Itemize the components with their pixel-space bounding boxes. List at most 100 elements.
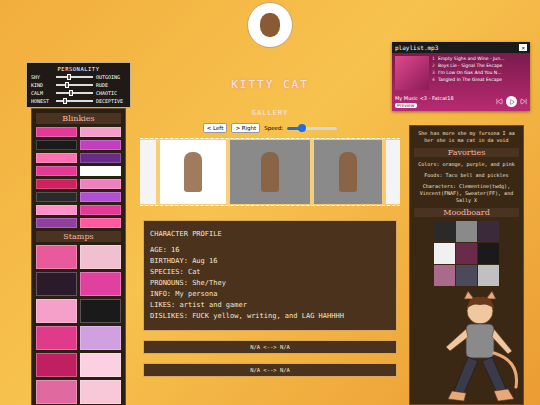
trait-left-label: SHY [31, 74, 53, 80]
profile-field: LIKES: artist and gamer [150, 300, 390, 311]
trait-left-label: HONEST [31, 98, 53, 104]
blinky [36, 140, 77, 150]
blinky [80, 153, 121, 163]
trait-slider[interactable] [56, 76, 93, 78]
previous-icon[interactable] [496, 98, 503, 105]
playlist-title: playlist.mp3 [395, 44, 438, 51]
blinky [80, 192, 121, 202]
play-icon[interactable] [509, 99, 515, 105]
blinkies-panel: BlinkiesStamps [31, 108, 126, 405]
avatar [247, 2, 293, 48]
track-row[interactable]: 1Empty Sighs and Wine - Jun... [432, 56, 527, 61]
stamp [36, 353, 77, 377]
profile-page: PERSONALITY SHY OUTGOING KIND RUDE CALMCHAOTI… [0, 0, 540, 405]
blinkies-grid [36, 127, 121, 228]
stamps-grid [36, 245, 121, 404]
blinky [36, 166, 77, 176]
blinky [80, 166, 121, 176]
gallery-image[interactable] [140, 140, 156, 204]
preview-badge: Preview [395, 103, 417, 108]
blinky [80, 179, 121, 189]
gallery-title: GALLERY [252, 109, 289, 117]
album-art [395, 56, 429, 90]
profile-field: PRONOUNS: She/They [150, 278, 390, 289]
blinky [36, 192, 77, 202]
trait-right-label: RUDE [96, 82, 126, 88]
profile-field: DISLIKES: FUCK yellow, writing, and LAG … [150, 311, 390, 322]
playlist-name: My Music <3 - Fatcat18 [395, 95, 454, 101]
trait-row: SHY OUTGOING [31, 74, 126, 80]
speed-slider-thumb[interactable] [298, 124, 306, 132]
stamp [80, 380, 121, 404]
favorites-heading: Favorties [414, 148, 519, 157]
moodboard-grid [414, 221, 519, 286]
gallery-image[interactable] [160, 140, 226, 204]
blinky [80, 205, 121, 215]
moodboard-image [434, 265, 455, 286]
moodboard-image [456, 265, 477, 286]
track-row[interactable]: 3I'm Low On Gas And You N... [432, 70, 527, 75]
speed-slider[interactable] [287, 127, 337, 130]
favorite-line: Characters: Clementine(twdg), Vincent(FN… [414, 183, 519, 204]
stamp [36, 380, 77, 404]
track-row[interactable]: 4Tangled In The Great Escape [432, 77, 527, 82]
play-button[interactable] [506, 96, 517, 107]
gallery-button[interactable]: > Right [231, 123, 260, 133]
playlist-footer: My Music <3 - Fatcat18 Preview [392, 93, 530, 111]
profile-field: INFO: My persona [150, 289, 390, 300]
trait-slider-thumb[interactable] [67, 74, 71, 80]
trait-row: KIND RUDE [31, 82, 126, 88]
trait-slider[interactable] [56, 92, 93, 94]
moodboard-image [478, 243, 499, 264]
track-row[interactable]: 2Boys Lie - Signal The Escape [432, 63, 527, 68]
center-column: KITTY CATGALLERY< Left> RightSpeed:CHARA… [140, 0, 400, 405]
next-icon[interactable] [520, 98, 527, 105]
profile-field: BIRTHDAY: Aug 16 [150, 256, 390, 267]
trait-slider-thumb[interactable] [63, 98, 67, 104]
link-bar[interactable]: N/A <--> N/A [143, 363, 397, 377]
trait-slider[interactable] [56, 100, 93, 102]
trait-slider[interactable] [56, 84, 93, 86]
stamp [80, 299, 121, 323]
playlist-widget: playlist.mp3 × 1Empty Sighs and Wine - Jun… [392, 42, 530, 111]
personality-panel: PERSONALITY SHY OUTGOING KIND RUDE CALMCHAOTI… [26, 62, 131, 108]
stamp [36, 299, 77, 323]
character-illustration [424, 291, 534, 405]
moodboard-image [456, 221, 477, 242]
speed-label: Speed: [264, 125, 283, 131]
blinky [36, 218, 77, 228]
moodboard-image [478, 221, 499, 242]
trait-slider-thumb[interactable] [69, 90, 73, 96]
left-column: PERSONALITY SHY OUTGOING KIND RUDE CALMCHAOTI… [26, 0, 131, 405]
gallery-image[interactable] [230, 140, 310, 204]
moodboard-image [456, 243, 477, 264]
gallery-strip [140, 138, 400, 206]
gallery-image[interactable] [314, 140, 382, 204]
close-button[interactable]: × [519, 44, 527, 51]
moodboard-image [434, 243, 455, 264]
profile-field: SPECIES: Cat [150, 267, 390, 278]
character-profile: CHARACTER PROFILEAGE: 16BIRTHDAY: Aug 16… [143, 220, 397, 331]
blinky [80, 127, 121, 137]
stamp [36, 245, 77, 269]
trait-row: CALMCHAOTIC [31, 90, 126, 96]
trait-row: HONEST DECEPTIVE [31, 98, 126, 104]
trait-right-label: DECEPTIVE [96, 98, 126, 104]
blinky [36, 127, 77, 137]
trait-left-label: KIND [31, 82, 53, 88]
link-bar[interactable]: N/A <--> N/A [143, 340, 397, 354]
trait-slider-thumb[interactable] [65, 82, 69, 88]
favorite-line: Colors: orange, purple, and pink [414, 161, 519, 168]
stamp [36, 272, 77, 296]
stamp [80, 245, 121, 269]
personality-title: PERSONALITY [31, 66, 126, 72]
gallery-image[interactable] [386, 140, 400, 204]
trait-right-label: OUTGOING [96, 74, 126, 80]
player-controls [496, 96, 527, 107]
moodboard-image [478, 265, 499, 286]
blinkies-heading: Blinkies [36, 113, 121, 124]
blinky [80, 218, 121, 228]
playlist-titlebar: playlist.mp3 × [392, 42, 530, 53]
gallery-button[interactable]: < Left [203, 123, 228, 133]
stamp [36, 326, 77, 350]
